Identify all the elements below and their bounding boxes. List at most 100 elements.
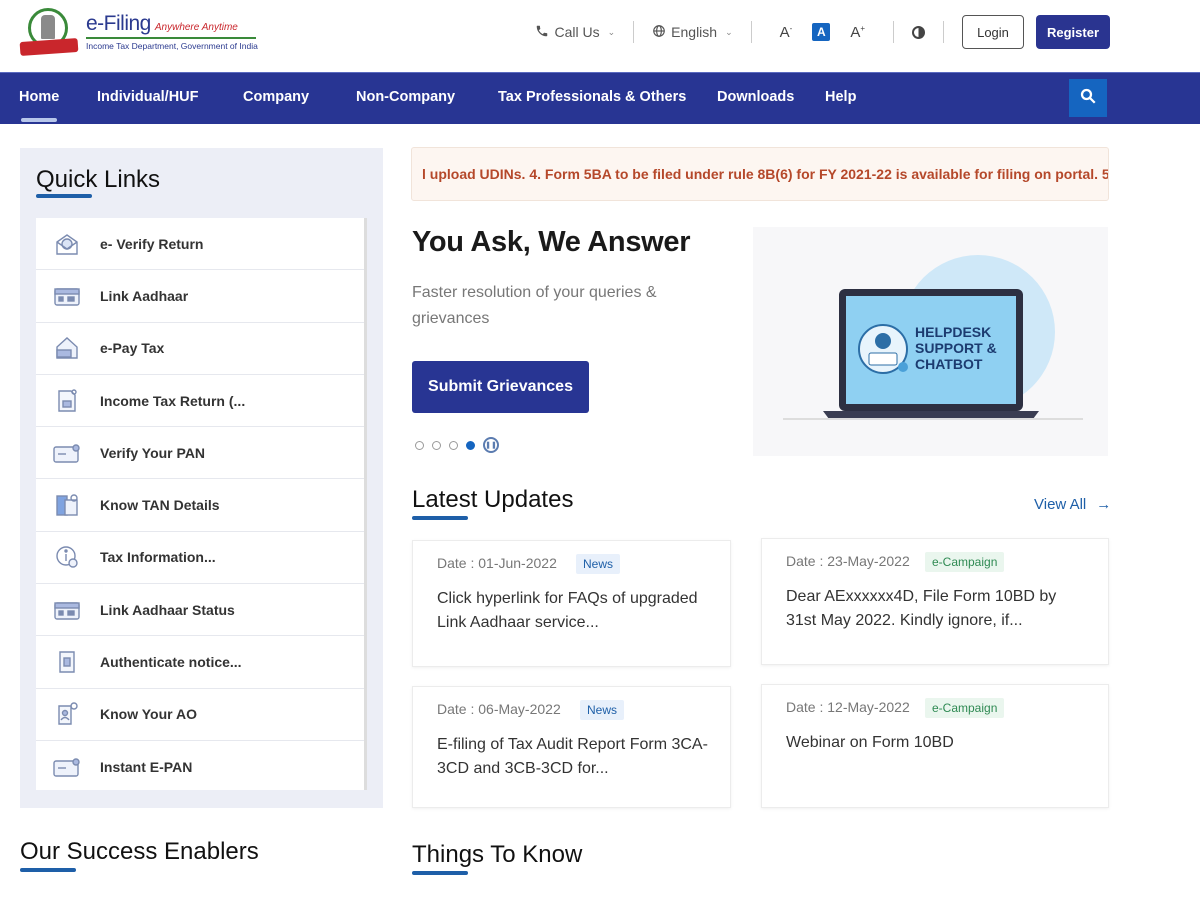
quick-links-title: Quick Links bbox=[36, 166, 161, 193]
quick-link-item[interactable]: Know TAN Details bbox=[36, 479, 364, 532]
pan-card-icon bbox=[52, 439, 82, 467]
quick-link-item[interactable]: Instant E-PAN bbox=[36, 741, 364, 790]
search-icon bbox=[1079, 87, 1097, 110]
document-icon bbox=[52, 387, 82, 415]
things-to-know-title: Things To Know bbox=[412, 841, 583, 868]
nav-downloads[interactable]: Downloads bbox=[717, 73, 794, 124]
image-text-line3: CHATBOT bbox=[915, 356, 983, 372]
search-button[interactable] bbox=[1069, 79, 1107, 117]
phone-icon bbox=[535, 24, 549, 41]
quick-link-item[interactable]: Authenticate notice... bbox=[36, 636, 364, 689]
envelope-verify-icon bbox=[52, 230, 82, 258]
image-text-line2: SUPPORT & bbox=[915, 340, 997, 356]
house-payment-icon bbox=[52, 334, 82, 362]
quick-link-label: e- Verify Return bbox=[100, 235, 204, 252]
title-underline bbox=[412, 516, 468, 520]
update-date: Date : 23-May-2022 bbox=[786, 553, 910, 569]
campaign-badge: e-Campaign bbox=[925, 552, 1005, 572]
news-badge: News bbox=[576, 554, 621, 574]
logo-subtitle: Income Tax Department, Government of Ind… bbox=[86, 41, 258, 51]
quick-link-item[interactable]: Link Aadhaar bbox=[36, 270, 364, 323]
id-card-icon bbox=[52, 596, 82, 624]
pan-card-icon bbox=[52, 753, 82, 781]
contrast-toggle-icon[interactable] bbox=[912, 25, 925, 39]
update-card[interactable]: Date : 23-May-2022 e-Campaign Dear AExxx… bbox=[761, 538, 1109, 665]
globe-icon bbox=[652, 24, 666, 41]
main-nav: Home Individual/HUF Company Non-Company … bbox=[0, 72, 1200, 124]
news-ticker[interactable]: l upload UDINs. 4. Form 5BA to be filed … bbox=[411, 147, 1109, 201]
view-all-link[interactable]: View All → bbox=[1034, 496, 1111, 513]
nav-non-company[interactable]: Non-Company bbox=[356, 73, 455, 124]
logo-title: e-Filing bbox=[86, 12, 151, 35]
title-underline bbox=[412, 871, 468, 875]
quick-link-item[interactable]: Know Your AO bbox=[36, 689, 364, 741]
quick-link-item[interactable]: e- Verify Return bbox=[36, 218, 364, 271]
title-underline bbox=[36, 194, 92, 198]
utility-bar: Call Us ⌄ English ⌄ A- A A+ Login Regist… bbox=[535, 15, 1110, 49]
nav-tax-professionals[interactable]: Tax Professionals & Others bbox=[498, 73, 686, 124]
notice-document-icon bbox=[52, 648, 82, 676]
quick-link-item[interactable]: e-Pay Tax bbox=[36, 323, 364, 375]
efiling-logo[interactable]: e-Filing Anywhere Anytime Income Tax Depa… bbox=[19, 4, 260, 60]
quick-link-label: Tax Information... bbox=[100, 549, 216, 566]
scrollbar[interactable] bbox=[364, 218, 367, 608]
hero-title: You Ask, We Answer bbox=[412, 226, 691, 258]
hero-subtitle: Faster resolution of your queries & grie… bbox=[412, 284, 657, 327]
quick-links-list: e- Verify Return Link Aadhaar e-Pay Tax Inc… bbox=[36, 218, 367, 790]
call-us-dropdown[interactable]: Call Us ⌄ bbox=[535, 24, 615, 41]
update-card[interactable]: Date : 01-Jun-2022 News Click hyperlink … bbox=[412, 540, 731, 667]
language-dropdown[interactable]: English ⌄ bbox=[652, 24, 733, 41]
quick-links-panel: Quick Links e- Verify Return Link Aadhaar… bbox=[20, 148, 383, 808]
font-default-button[interactable]: A bbox=[812, 23, 831, 41]
font-increase-button[interactable]: A+ bbox=[850, 24, 865, 41]
id-card-icon bbox=[52, 282, 82, 310]
nav-home[interactable]: Home bbox=[19, 73, 59, 124]
call-us-label: Call Us bbox=[554, 24, 600, 40]
quick-link-item[interactable]: Link Aadhaar Status bbox=[36, 584, 364, 637]
logo-tagline: Anywhere Anytime bbox=[154, 22, 238, 33]
header: e-Filing Anywhere Anytime Income Tax Depa… bbox=[0, 0, 1200, 72]
update-card[interactable]: Date : 06-May-2022 News E-filing of Tax … bbox=[412, 686, 731, 808]
quick-link-label: Know Your AO bbox=[100, 706, 197, 723]
carousel-dot-active[interactable] bbox=[466, 440, 475, 450]
font-decrease-button[interactable]: A- bbox=[780, 24, 793, 41]
quick-link-label: Link Aadhaar bbox=[100, 287, 189, 304]
person-document-icon bbox=[52, 700, 82, 728]
carousel-dot[interactable] bbox=[415, 440, 424, 450]
update-card[interactable]: Date : 12-May-2022 e-Campaign Webinar on… bbox=[761, 684, 1109, 808]
tan-document-icon bbox=[52, 491, 82, 519]
login-button[interactable]: Login bbox=[962, 15, 1024, 49]
quick-link-item[interactable]: Income Tax Return (... bbox=[36, 375, 364, 428]
quick-link-item[interactable]: Tax Information... bbox=[36, 532, 364, 585]
update-date: Date : 01-Jun-2022 bbox=[437, 555, 557, 571]
arrow-right-icon: → bbox=[1096, 496, 1112, 513]
update-text: Dear AExxxxxx4D, File Form 10BD by 31st … bbox=[786, 588, 1057, 629]
nav-individual-huf[interactable]: Individual/HUF bbox=[97, 73, 199, 124]
helpdesk-illustration: HELPDESK SUPPORT & CHATBOT bbox=[753, 227, 1108, 456]
register-button[interactable]: Register bbox=[1036, 15, 1110, 49]
update-date: Date : 06-May-2022 bbox=[437, 701, 561, 717]
update-text: Webinar on Form 10BD bbox=[786, 734, 954, 751]
quick-link-label: e-Pay Tax bbox=[100, 340, 165, 357]
latest-updates-title: Latest Updates bbox=[412, 486, 574, 513]
chevron-down-icon: ⌄ bbox=[725, 26, 733, 37]
view-all-label: View All bbox=[1034, 496, 1087, 513]
campaign-badge: e-Campaign bbox=[925, 698, 1005, 718]
news-badge: News bbox=[580, 700, 625, 720]
update-text: Click hyperlink for FAQs of upgraded Lin… bbox=[437, 590, 698, 631]
carousel-dot[interactable] bbox=[432, 440, 441, 450]
quick-link-label: Link Aadhaar Status bbox=[100, 601, 235, 618]
emblem-icon bbox=[19, 6, 79, 58]
carousel-dot[interactable] bbox=[449, 440, 458, 450]
submit-grievances-button[interactable]: Submit Grievances bbox=[412, 361, 589, 413]
language-label: English bbox=[671, 24, 718, 40]
nav-company[interactable]: Company bbox=[243, 73, 309, 124]
quick-link-label: Know TAN Details bbox=[100, 497, 220, 514]
pause-icon[interactable]: ❚❚ bbox=[483, 437, 499, 453]
info-icon bbox=[52, 543, 82, 571]
quick-link-item[interactable]: Verify Your PAN bbox=[36, 427, 364, 480]
nav-help[interactable]: Help bbox=[825, 73, 856, 124]
quick-link-label: Authenticate notice... bbox=[100, 654, 242, 671]
success-enablers-title: Our Success Enablers bbox=[20, 838, 259, 865]
chevron-down-icon: ⌄ bbox=[607, 26, 616, 37]
